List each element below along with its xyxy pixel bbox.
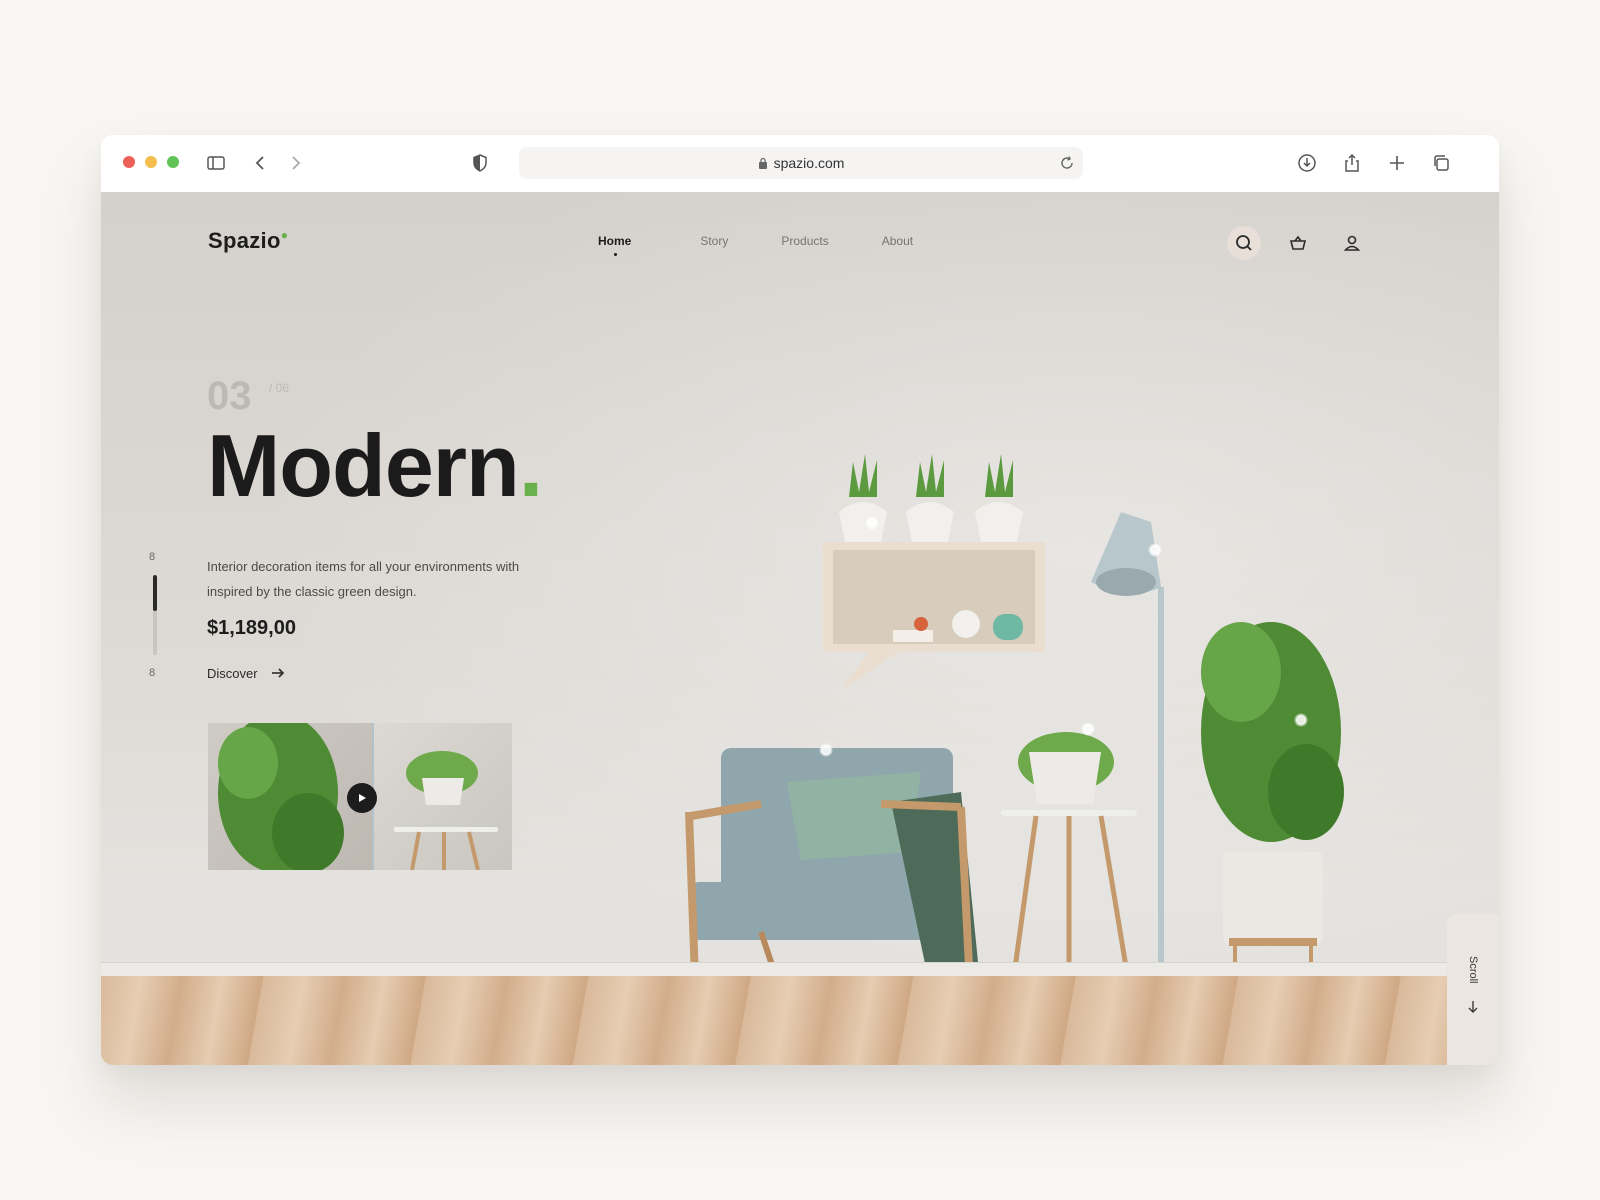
slide-counter-current: 03 <box>207 374 252 418</box>
browser-window: spazio.com Spazio● Home Story Products A… <box>101 135 1499 1065</box>
zoom-window-button[interactable] <box>167 156 179 168</box>
play-icon[interactable] <box>347 783 377 813</box>
user-icon[interactable] <box>1335 226 1369 260</box>
address-bar[interactable]: spazio.com <box>519 147 1083 179</box>
wall-shelf <box>823 542 1045 692</box>
nav-home[interactable]: Home <box>598 234 631 256</box>
nav-products[interactable]: Products <box>781 234 828 248</box>
hero-description: Interior decoration items for all your e… <box>207 559 520 599</box>
site-logo[interactable]: Spazio● <box>208 228 288 254</box>
thumbnail-right-image <box>372 723 512 870</box>
lock-icon <box>758 157 767 169</box>
slider-bottom-label: 8 <box>149 667 156 679</box>
url-text: spazio.com <box>773 155 845 171</box>
sidebar-icon[interactable] <box>204 151 228 175</box>
slide-progress-fill <box>153 575 157 611</box>
download-icon[interactable] <box>1295 151 1319 175</box>
logo-text: Spazio <box>208 228 281 253</box>
close-window-button[interactable] <box>123 156 135 168</box>
tall-plant <box>1201 622 1344 994</box>
minimize-window-button[interactable] <box>145 156 157 168</box>
share-icon[interactable] <box>1340 151 1364 175</box>
leaf-icon: ● <box>280 228 289 242</box>
shelf-plants <box>839 454 1023 542</box>
shield-icon[interactable] <box>468 151 492 175</box>
reload-icon[interactable] <box>1059 155 1075 171</box>
browser-toolbar: spazio.com <box>101 135 1499 193</box>
discover-label: Discover <box>207 665 258 681</box>
arrow-down-icon <box>1468 1001 1478 1013</box>
plus-icon[interactable] <box>1385 151 1409 175</box>
tabs-icon[interactable] <box>1429 151 1453 175</box>
slide-progress-track[interactable] <box>153 575 157 655</box>
slide-counter-total: / 06 <box>269 381 290 395</box>
discover-link[interactable]: Discover <box>207 665 286 681</box>
wooden-floor <box>101 976 1499 1065</box>
basket-icon[interactable] <box>1281 226 1315 260</box>
search-icon[interactable] <box>1227 226 1261 260</box>
video-thumbnail[interactable] <box>208 723 512 870</box>
nav-story[interactable]: Story <box>700 234 728 248</box>
main-nav: Home Story Products About <box>598 234 913 256</box>
hero-price: $1,189,00 <box>207 617 296 639</box>
chevron-right-icon[interactable] <box>283 151 307 175</box>
room-scene-illustration <box>685 454 1344 1008</box>
headline-text: Modern <box>207 416 520 515</box>
nav-about[interactable]: About <box>882 234 913 248</box>
headline-dot: . <box>518 416 543 515</box>
baseboard <box>101 962 1499 977</box>
arrow-right-icon <box>271 668 284 678</box>
chevron-left-icon[interactable] <box>249 151 273 175</box>
website-page: Spazio● Home Story Products About 03 / 0… <box>101 192 1499 1065</box>
scroll-indicator[interactable]: Scroll <box>1447 914 1499 1065</box>
scroll-label: Scroll <box>1467 956 1479 984</box>
slider-top-label: 8 <box>149 551 156 563</box>
hero-headline: Modern. <box>207 422 543 510</box>
